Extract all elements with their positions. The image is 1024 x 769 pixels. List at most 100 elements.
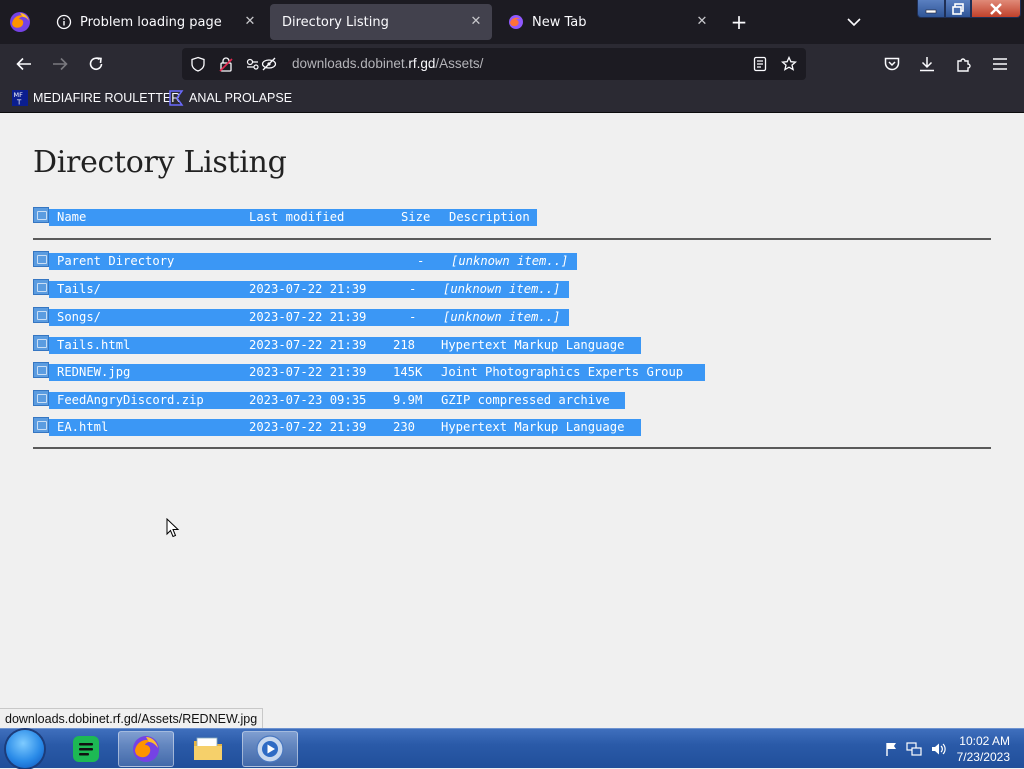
file-link[interactable]: Tails/ [57, 281, 101, 298]
permissions-icon[interactable] [246, 56, 278, 72]
blank-icon [33, 207, 49, 223]
close-tab-icon[interactable]: ✕ [694, 14, 710, 30]
listing-row-ea-html: EA.html 2023-07-22 21:39 230 Hypertext M… [33, 417, 643, 439]
tab-directory-listing[interactable]: Directory Listing ✕ [270, 4, 492, 40]
close-tab-icon[interactable]: ✕ [242, 14, 258, 30]
start-button[interactable] [6, 730, 44, 768]
file-description: [unknown item..] [443, 310, 561, 324]
file-link[interactable]: Tails.html [57, 337, 130, 354]
tab-strip: Problem loading page ✕ Directory Listing… [0, 0, 1024, 44]
system-tray: 10:02 AM 7/23/2023 [880, 729, 1024, 769]
tab-title: Problem loading page [80, 14, 222, 30]
file-description: [unknown item..] [443, 282, 561, 296]
network-icon[interactable] [906, 741, 922, 757]
forward-button[interactable] [48, 52, 72, 76]
file-explorer-icon [194, 737, 222, 760]
action-center-flag-icon[interactable] [884, 741, 900, 757]
media-player-icon [256, 735, 284, 763]
svg-text:T: T [16, 99, 22, 107]
bookmarks-toolbar: MF T MEDIAFIRE ROULETTER ANAL PROLAPSE [0, 84, 1024, 113]
star-bookmark-icon[interactable] [781, 56, 797, 72]
listing-row-tails-folder: Tails/ 2023-07-22 21:39 - [unknown item.… [33, 279, 571, 301]
clock-time: 10:02 AM [959, 734, 1010, 748]
volume-icon[interactable] [930, 741, 946, 757]
bookmark-label: MEDIAFIRE ROULETTER [33, 91, 181, 105]
spotify-icon [73, 736, 99, 762]
folder-icon [33, 279, 49, 295]
back-button[interactable] [12, 52, 36, 76]
firefox-icon[interactable] [8, 10, 32, 34]
forward-arrow-icon [53, 57, 68, 71]
mouse-cursor-icon [166, 518, 180, 538]
page-title: Directory Listing [33, 145, 287, 180]
bookmark-label: ANAL PROLAPSE [189, 91, 293, 105]
back-folder-icon [33, 251, 49, 267]
menu-button[interactable] [988, 52, 1012, 76]
file-modified: 2023-07-22 21:39 [249, 338, 367, 352]
file-link[interactable]: Parent Directory [57, 253, 174, 270]
lock-warning-icon[interactable] [218, 56, 234, 72]
file-size: - [417, 254, 425, 268]
file-link[interactable]: FeedAngryDiscord.zip [57, 392, 204, 409]
tab-title: New Tab [532, 14, 587, 30]
tab-title: Directory Listing [282, 14, 389, 30]
file-link[interactable]: REDNEW.jpg [57, 364, 130, 381]
system-clock[interactable]: 10:02 AM 7/23/2023 [957, 733, 1010, 765]
column-header-description[interactable]: Description [449, 209, 530, 226]
page-content: Directory Listing Name Last modified Siz… [0, 113, 1024, 728]
taskbar-app-media-player[interactable] [242, 731, 298, 767]
reload-icon [89, 57, 103, 70]
pocket-icon [884, 57, 900, 71]
reader-view-icon[interactable] [752, 56, 768, 72]
column-header-size[interactable]: Size [401, 209, 430, 226]
info-icon [56, 14, 72, 30]
file-description: GZIP compressed archive [441, 393, 610, 407]
file-icon [33, 417, 49, 433]
url-text[interactable]: downloads.dobinet.rf.gd/Assets/ [292, 56, 483, 71]
extensions-button[interactable] [952, 52, 976, 76]
minimize-button[interactable] [917, 0, 945, 18]
tab-problem-loading[interactable]: Problem loading page ✕ [44, 4, 266, 40]
listing-header-row: Name Last modified Size Description [33, 207, 539, 229]
listing-row-feedangrydiscord-zip: FeedAngryDiscord.zip 2023-07-23 09:35 9.… [33, 390, 627, 412]
bookmark-folder-icon [169, 90, 184, 106]
back-arrow-icon [16, 57, 31, 71]
file-size: - [409, 310, 417, 324]
new-tab-button[interactable]: + [729, 12, 749, 32]
file-link[interactable]: Songs/ [57, 309, 101, 326]
navigation-toolbar: downloads.dobinet.rf.gd/Assets/ [0, 44, 1024, 84]
column-header-name[interactable]: Name [57, 209, 86, 226]
column-header-last-modified[interactable]: Last modified [249, 209, 344, 226]
url-domain: rf.gd [408, 56, 436, 71]
bookmark-mediafire-rouletter[interactable]: MF T MEDIAFIRE ROULETTER [12, 89, 180, 107]
tab-new-tab[interactable]: New Tab ✕ [496, 4, 718, 40]
url-path: /Assets/ [435, 56, 484, 71]
close-tab-icon[interactable]: ✕ [468, 14, 484, 30]
taskbar-app-file-explorer[interactable] [180, 731, 236, 767]
firefox-icon [133, 736, 159, 762]
file-icon [33, 335, 49, 351]
file-size: 145K [393, 365, 423, 379]
reload-button[interactable] [84, 52, 108, 76]
pocket-button[interactable] [880, 52, 904, 76]
file-link[interactable]: EA.html [57, 419, 108, 436]
taskbar-app-spotify[interactable] [58, 731, 114, 767]
listing-row-tails-html: Tails.html 2023-07-22 21:39 218 Hypertex… [33, 335, 643, 357]
url-bar[interactable]: downloads.dobinet.rf.gd/Assets/ [182, 48, 806, 80]
taskbar-app-firefox[interactable] [118, 731, 174, 767]
download-icon [920, 57, 934, 72]
restore-button[interactable] [945, 0, 971, 18]
image-file-icon [33, 362, 49, 378]
archive-file-icon [33, 390, 49, 406]
downloads-button[interactable] [915, 52, 939, 76]
hamburger-menu-icon [993, 58, 1007, 70]
minimize-icon [925, 9, 937, 13]
file-modified: 2023-07-22 21:39 [249, 420, 367, 434]
shield-icon[interactable] [190, 56, 206, 72]
chevron-down-icon[interactable] [844, 12, 864, 32]
listing-row-rednew-jpg: REDNEW.jpg 2023-07-22 21:39 145K Joint P… [33, 362, 707, 384]
status-link-tooltip: downloads.dobinet.rf.gd/Assets/REDNEW.jp… [0, 708, 264, 729]
bookmark-anal-prolapse[interactable]: ANAL PROLAPSE [168, 89, 292, 107]
file-size: 218 [393, 338, 416, 352]
close-window-button[interactable] [971, 0, 1021, 18]
